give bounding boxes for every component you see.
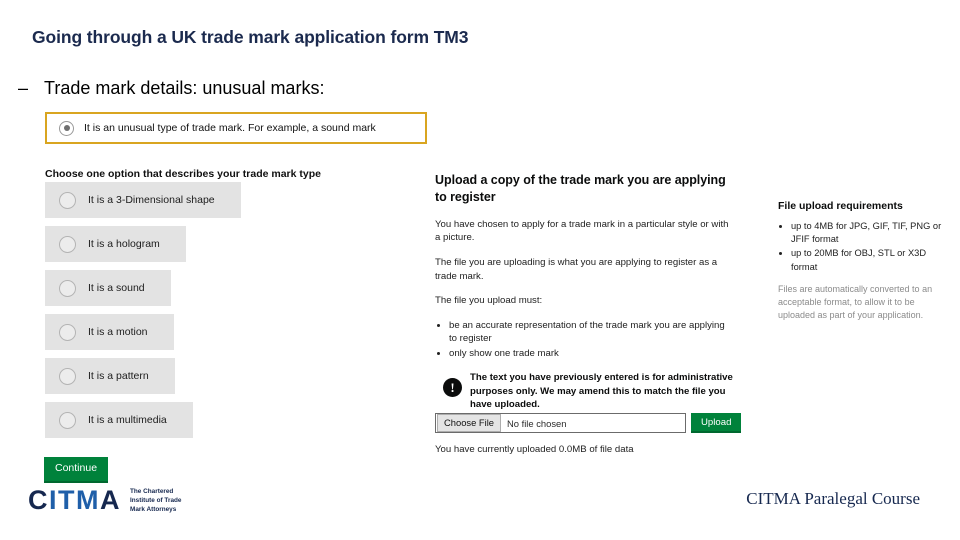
radio-icon[interactable] xyxy=(59,367,76,385)
logo-letter-a: A xyxy=(100,485,121,516)
choose-file-button[interactable]: Choose File xyxy=(437,413,502,433)
citma-logo: CITMA The Chartered Institute of Trade M… xyxy=(28,487,181,514)
file-input[interactable]: Choose File No file chosen xyxy=(435,413,686,433)
selected-option-label: It is an unusual type of trade mark. For… xyxy=(84,122,376,134)
continue-button[interactable]: Continue xyxy=(44,457,109,483)
upload-paragraph-3: The file you upload must: xyxy=(435,295,543,307)
radio-icon[interactable] xyxy=(59,235,76,253)
warning-notice: ! The text you have previously entered i… xyxy=(443,371,735,413)
file-upload-row: Choose File No file chosen Upload xyxy=(435,413,742,433)
file-name-value: No file chosen xyxy=(507,417,567,429)
radio-selected-icon[interactable] xyxy=(59,120,74,136)
bullet-dash-icon: – xyxy=(18,78,29,98)
upload-paragraph-1: You have chosen to apply for a trade mar… xyxy=(435,218,729,244)
list-item: up to 4MB for JPG, GIF, TIF, PNG or JFIF… xyxy=(791,220,950,246)
logo-tagline-line3: Mark Attorneys xyxy=(130,506,177,514)
option-label: It is a sound xyxy=(88,282,145,294)
bullet-label: Trade mark details: unusual marks: xyxy=(44,78,325,98)
upload-panel: Upload a copy of the trade mark you are … xyxy=(435,172,735,412)
logo-letter-c: C xyxy=(28,485,49,516)
list-item: up to 20MB for OBJ, STL or X3D format xyxy=(791,247,950,273)
course-footer-label: CITMA Paralegal Course xyxy=(746,489,920,508)
requirements-heading: File upload requirements xyxy=(778,200,903,212)
option-sound[interactable]: It is a sound xyxy=(45,270,171,306)
logo-tagline-line1: The Chartered xyxy=(130,488,174,495)
slide-bullet: – Trade mark details: unusual marks: xyxy=(18,78,324,99)
list-item: only show one trade mark xyxy=(449,347,735,361)
slide: Going through a UK trade mark applicatio… xyxy=(0,0,960,540)
selected-mark-type-option[interactable]: It is an unusual type of trade mark. For… xyxy=(45,112,427,144)
requirements-panel: File upload requirements up to 4MB for J… xyxy=(778,200,950,322)
upload-button[interactable]: Upload xyxy=(691,413,742,433)
choose-option-heading: Choose one option that describes your tr… xyxy=(45,168,321,180)
mark-type-option-list: It is a 3-Dimensional shape It is a holo… xyxy=(45,182,241,446)
radio-icon[interactable] xyxy=(59,323,76,341)
logo-letters-itm: ITM xyxy=(49,485,100,516)
option-multimedia[interactable]: It is a multimedia xyxy=(45,402,193,438)
radio-icon[interactable] xyxy=(59,279,76,297)
option-label: It is a 3-Dimensional shape xyxy=(88,194,215,206)
option-label: It is a pattern xyxy=(88,370,149,382)
uploaded-data-note: You have currently uploaded 0.0MB of fil… xyxy=(435,444,634,455)
warning-text: The text you have previously entered is … xyxy=(470,371,733,411)
embedded-form-screenshot: It is an unusual type of trade mark. For… xyxy=(0,108,960,498)
option-pattern[interactable]: It is a pattern xyxy=(45,358,175,394)
option-3d-shape[interactable]: It is a 3-Dimensional shape xyxy=(45,182,241,218)
option-label: It is a motion xyxy=(88,326,148,338)
option-hologram[interactable]: It is a hologram xyxy=(45,226,186,262)
logo-wordmark: CITMA xyxy=(28,487,121,514)
upload-requirements-list: be an accurate representation of the tra… xyxy=(435,319,735,361)
requirements-note: Files are automatically converted to an … xyxy=(778,283,933,320)
radio-icon[interactable] xyxy=(59,191,76,209)
page-title: Going through a UK trade mark applicatio… xyxy=(32,27,469,47)
radio-icon[interactable] xyxy=(59,411,76,429)
logo-tagline: The Chartered Institute of Trade Mark At… xyxy=(130,487,181,514)
option-label: It is a multimedia xyxy=(88,414,167,426)
list-item: be an accurate representation of the tra… xyxy=(449,319,735,346)
logo-tagline-line2: Institute of Trade xyxy=(130,497,182,505)
warning-exclamation-icon: ! xyxy=(443,377,462,397)
requirements-list: up to 4MB for JPG, GIF, TIF, PNG or JFIF… xyxy=(778,220,950,274)
option-label: It is a hologram xyxy=(88,238,160,250)
upload-heading: Upload a copy of the trade mark you are … xyxy=(435,173,726,204)
upload-paragraph-2: The file you are uploading is what you a… xyxy=(435,256,718,282)
option-motion[interactable]: It is a motion xyxy=(45,314,174,350)
